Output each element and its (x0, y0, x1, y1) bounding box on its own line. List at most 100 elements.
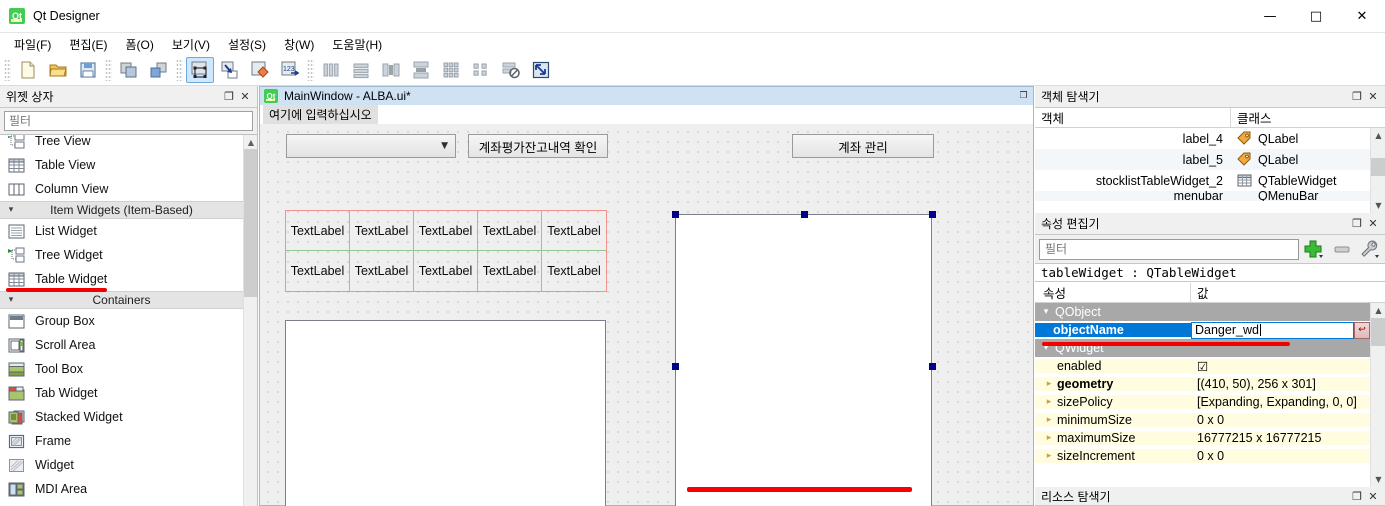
widget-item-group-box[interactable]: Group Box (0, 309, 243, 333)
property-row-geometry[interactable]: ▸ geometry [(410, 50), 256 x 301] (1035, 375, 1370, 393)
menu-view[interactable]: 보기(V) (163, 33, 219, 56)
chevron-right-icon[interactable]: ▸ (1041, 379, 1057, 389)
object-row-label_5[interactable]: label_5 QLabel (1035, 149, 1385, 170)
property-group-qobject[interactable]: ▾ QObject (1035, 303, 1370, 321)
property-value-maximumsize[interactable]: 16777215 x 16777215 (1191, 431, 1370, 445)
edit-widgets-icon[interactable] (186, 57, 214, 83)
resize-handle-top-center[interactable] (801, 211, 808, 218)
resize-handle-top-left[interactable] (672, 211, 679, 218)
form-table-widget-left[interactable] (285, 320, 606, 506)
adjust-size-icon[interactable] (527, 57, 555, 83)
break-layout-icon[interactable] (497, 57, 525, 83)
layout-splitter-vertical-icon[interactable] (407, 57, 435, 83)
layout-form-icon[interactable] (467, 57, 495, 83)
maximize-button[interactable]: □ (1293, 0, 1339, 33)
object-inspector-tree[interactable]: label_4 QLabel label_5 QLabel stocklistT… (1035, 128, 1385, 213)
form-textlabel[interactable]: TextLabel (414, 211, 478, 251)
layout-grid-icon[interactable] (437, 57, 465, 83)
property-table[interactable]: 속성 값 ▾ QObject objectName Danger_wd ↩ ▾ … (1035, 282, 1385, 487)
objectname-input[interactable]: Danger_wd (1191, 321, 1354, 339)
property-value-sizeincrement[interactable]: 0 x 0 (1191, 449, 1370, 463)
object-row-menubar[interactable]: menubar QMenuBar (1035, 191, 1385, 201)
resize-handle-middle-left[interactable] (672, 363, 679, 370)
toolbar-grip-4[interactable] (307, 59, 314, 81)
menu-file[interactable]: 파일(F) (5, 33, 60, 56)
chevron-down-icon[interactable]: ▾ (1037, 307, 1055, 317)
chevron-right-icon[interactable]: ▸ (1041, 415, 1057, 425)
menu-edit[interactable]: 편집(E) (60, 33, 116, 56)
toolbar-grip-2[interactable] (105, 59, 112, 81)
open-form-icon[interactable] (44, 57, 72, 83)
chevron-right-icon[interactable]: ▸ (1041, 433, 1057, 443)
menu-help[interactable]: 도움말(H) (323, 33, 391, 56)
wrench-icon[interactable] (1357, 238, 1383, 260)
form-canvas[interactable]: ▼ 계좌평가잔고내역 확인 계좌 관리 TextLabel TextLabel … (259, 124, 1034, 506)
menu-window[interactable]: 창(W) (275, 33, 323, 56)
menu-form[interactable]: 폼(O) (116, 33, 162, 56)
property-value-enabled[interactable]: ☑ (1191, 358, 1370, 374)
scroll-down-icon[interactable]: ▼ (1371, 472, 1385, 487)
scrollbar-thumb[interactable] (1371, 158, 1385, 176)
widget-item-table-view[interactable]: Table View (0, 153, 243, 177)
scroll-up-icon[interactable]: ▲ (244, 135, 257, 149)
new-form-icon[interactable] (14, 57, 42, 83)
form-label-grid[interactable]: TextLabel TextLabel TextLabel TextLabel … (285, 210, 607, 292)
widget-category-containers[interactable]: ▾ Containers (0, 288, 243, 309)
form-textlabel[interactable]: TextLabel (542, 211, 606, 251)
close-button[interactable]: ✕ (1339, 0, 1385, 33)
edit-tab-order-icon[interactable]: 123 (276, 57, 304, 83)
widget-item-scroll-area[interactable]: Scroll Area (0, 333, 243, 357)
widget-item-tab-widget[interactable]: Tab Widget (0, 381, 243, 405)
widget-item-tree-widget[interactable]: Tree Widget (0, 243, 243, 267)
widget-item-list-widget[interactable]: List Widget (0, 219, 243, 243)
restore-icon[interactable]: ❐ (1349, 216, 1365, 232)
form-textlabel[interactable]: TextLabel (542, 251, 606, 291)
edit-buddies-icon[interactable] (246, 57, 274, 83)
widget-item-dock-widget[interactable]: Dock Widget (0, 501, 243, 506)
form-textlabel[interactable]: TextLabel (286, 211, 350, 251)
widget-category-item-widgets[interactable]: ▾ Item Widgets (Item-Based) (0, 201, 243, 219)
property-row-sizepolicy[interactable]: ▸ sizePolicy [Expanding, Expanding, 0, 0… (1035, 393, 1370, 411)
property-value-objectname-cell[interactable]: Danger_wd ↩ (1191, 321, 1370, 339)
form-table-widget-selected[interactable] (672, 211, 936, 506)
restore-icon[interactable]: ❐ (1349, 488, 1365, 504)
scroll-up-icon[interactable]: ▲ (1371, 303, 1385, 318)
form-textlabel[interactable]: TextLabel (414, 251, 478, 291)
layout-splitter-horizontal-icon[interactable] (377, 57, 405, 83)
chevron-right-icon[interactable]: ▸ (1041, 451, 1057, 461)
form-textlabel[interactable]: TextLabel (350, 251, 414, 291)
widget-box-scrollbar[interactable]: ▲ (243, 135, 257, 506)
property-row-sizeincrement[interactable]: ▸ sizeIncrement 0 x 0 (1035, 447, 1370, 465)
form-restore-icon[interactable]: ❐ (1016, 89, 1031, 103)
layout-vertically-icon[interactable] (347, 57, 375, 83)
form-textlabel[interactable]: TextLabel (478, 251, 542, 291)
property-value-geometry[interactable]: [(410, 50), 256 x 301] (1191, 377, 1370, 391)
scroll-up-icon[interactable]: ▲ (1371, 128, 1385, 143)
property-editor-scrollbar[interactable]: ▲ ▼ (1370, 303, 1385, 487)
edit-signals-slots-icon[interactable] (216, 57, 244, 83)
redo-icon[interactable] (145, 57, 173, 83)
form-textlabel[interactable]: TextLabel (478, 211, 542, 251)
close-icon[interactable]: ✕ (1365, 488, 1381, 504)
undo-icon[interactable] (115, 57, 143, 83)
revert-icon[interactable]: ↩ (1354, 321, 1370, 339)
chevron-right-icon[interactable]: ▸ (1041, 397, 1057, 407)
widget-item-tree-view[interactable]: Tree View (0, 135, 243, 153)
object-inspector-scrollbar[interactable]: ▲ ▼ (1370, 128, 1385, 213)
save-form-icon[interactable] (74, 57, 102, 83)
toolbar-grip-3[interactable] (176, 59, 183, 81)
close-icon[interactable]: ✕ (1365, 89, 1381, 105)
restore-icon[interactable]: ❐ (1349, 89, 1365, 105)
property-value-sizepolicy[interactable]: [Expanding, Expanding, 0, 0] (1191, 395, 1370, 409)
object-row-stocklistTableWidget_2[interactable]: stocklistTableWidget_2 QTableWidget (1035, 170, 1385, 191)
minus-icon[interactable] (1329, 238, 1355, 260)
property-row-enabled[interactable]: enabled ☑ (1035, 357, 1370, 375)
form-textlabel[interactable]: TextLabel (350, 211, 414, 251)
resize-handle-middle-right[interactable] (929, 363, 936, 370)
menu-settings[interactable]: 설정(S) (219, 33, 275, 56)
property-row-maximumsize[interactable]: ▸ maximumSize 16777215 x 16777215 (1035, 429, 1370, 447)
property-value-minimumsize[interactable]: 0 x 0 (1191, 413, 1370, 427)
form-button-account-manage[interactable]: 계좌 관리 (792, 134, 934, 158)
widget-item-column-view[interactable]: Column View (0, 177, 243, 201)
object-row-label_4[interactable]: label_4 QLabel (1035, 128, 1385, 149)
